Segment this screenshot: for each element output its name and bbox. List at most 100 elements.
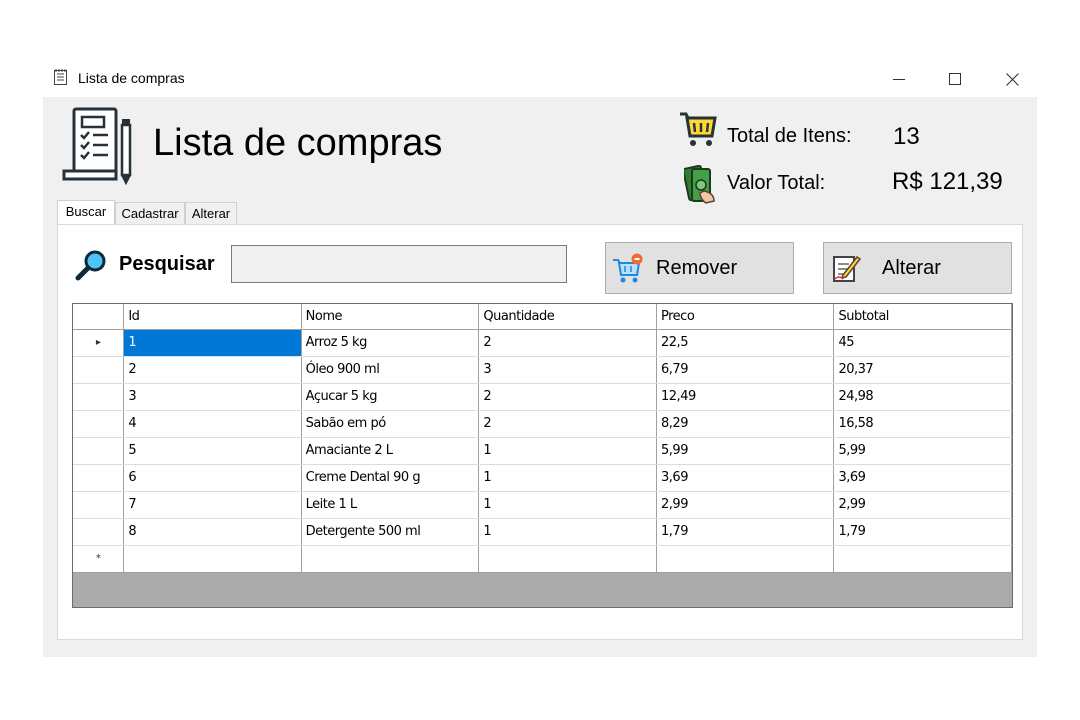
table-cell[interactable]: 6,79 xyxy=(656,356,835,384)
table-cell[interactable]: 8 xyxy=(123,518,302,546)
search-icon xyxy=(75,250,106,281)
table-cell[interactable] xyxy=(478,545,658,573)
table-cell[interactable]: 3,69 xyxy=(656,464,835,492)
table-row[interactable]: 3 Açucar 5 kg 2 12,49 24,98 xyxy=(73,383,1012,411)
new-row-indicator[interactable]: * xyxy=(73,545,125,573)
table-cell[interactable]: Óleo 900 ml xyxy=(301,356,480,384)
row-header[interactable] xyxy=(73,410,125,438)
table-cell[interactable]: 3,69 xyxy=(833,464,1012,492)
header-row: Id Nome Quantidade Preco Subtotal xyxy=(73,304,1012,330)
table-row[interactable]: 8 Detergente 500 ml 1 1,79 1,79 xyxy=(73,518,1012,546)
new-row[interactable]: * xyxy=(73,545,1012,573)
alter-button-label: Alterar xyxy=(882,257,941,279)
table-cell[interactable]: Creme Dental 90 g xyxy=(301,464,480,492)
minimize-button[interactable] xyxy=(879,64,919,94)
table-row[interactable]: 2 Óleo 900 ml 3 6,79 20,37 xyxy=(73,356,1012,384)
table-row[interactable]: 7 Leite 1 L 1 2,99 2,99 xyxy=(73,491,1012,519)
table-cell[interactable]: 22,5 xyxy=(656,329,835,357)
row-header[interactable] xyxy=(73,491,125,519)
table-cell[interactable]: 1 xyxy=(478,437,658,465)
table-cell[interactable] xyxy=(123,545,302,573)
table-cell[interactable]: 1,79 xyxy=(833,518,1012,546)
total-items-label: Total de Itens: xyxy=(727,125,852,147)
table-cell[interactable]: 4 xyxy=(123,410,302,438)
table-cell[interactable]: Açucar 5 kg xyxy=(301,383,480,411)
total-items-value: 13 xyxy=(893,123,920,150)
row-header[interactable] xyxy=(73,383,125,411)
remove-button[interactable]: Remover xyxy=(605,242,794,294)
table-cell[interactable]: 16,58 xyxy=(833,410,1012,438)
close-button[interactable] xyxy=(992,64,1032,94)
table-cell[interactable]: 5 xyxy=(123,437,302,465)
edit-document-icon xyxy=(833,255,862,282)
table-row[interactable]: 6 Creme Dental 90 g 1 3,69 3,69 xyxy=(73,464,1012,492)
table-cell[interactable]: Sabão em pó xyxy=(301,410,480,438)
table-cell[interactable]: 1,79 xyxy=(656,518,835,546)
table-cell[interactable]: 45 xyxy=(833,329,1012,357)
tab-buscar[interactable]: Buscar xyxy=(57,200,115,225)
search-input[interactable] xyxy=(231,245,567,283)
page-title: Lista de compras xyxy=(153,122,443,164)
table-cell[interactable]: 1 xyxy=(478,464,658,492)
table-cell[interactable]: Leite 1 L xyxy=(301,491,480,519)
current-row-indicator[interactable]: ▸ xyxy=(73,329,125,357)
row-header[interactable] xyxy=(73,356,125,384)
table-cell[interactable]: 3 xyxy=(123,383,302,411)
table-cell[interactable]: 7 xyxy=(123,491,302,519)
total-value-value: R$ 121,39 xyxy=(892,168,1003,195)
table-row[interactable]: 5 Amaciante 2 L 1 5,99 5,99 xyxy=(73,437,1012,465)
notepad-icon xyxy=(54,69,67,85)
table-row[interactable]: ▸ 1 Arroz 5 kg 2 22,5 45 xyxy=(73,329,1012,357)
table-cell[interactable]: 20,37 xyxy=(833,356,1012,384)
data-grid[interactable]: Id Nome Quantidade Preco Subtotal ▸ 1 Ar… xyxy=(72,303,1013,608)
data-grid-table: Id Nome Quantidade Preco Subtotal ▸ 1 Ar… xyxy=(73,304,1012,573)
table-cell[interactable]: 2 xyxy=(478,410,658,438)
table-cell[interactable] xyxy=(833,545,1012,573)
maximize-button[interactable] xyxy=(935,64,975,94)
table-cell[interactable]: 12,49 xyxy=(656,383,835,411)
row-header[interactable] xyxy=(73,464,125,492)
window-title: Lista de compras xyxy=(78,70,185,86)
table-cell[interactable]: 1 xyxy=(478,491,658,519)
search-label: Pesquisar xyxy=(119,253,215,275)
table-cell[interactable]: 5,99 xyxy=(833,437,1012,465)
table-cell[interactable]: 2 xyxy=(478,329,658,357)
money-icon xyxy=(684,165,715,204)
tab-cadastrar[interactable]: Cadastrar xyxy=(115,202,185,224)
table-cell[interactable] xyxy=(656,545,835,573)
table-cell[interactable]: 2,99 xyxy=(656,491,835,519)
column-header-preco[interactable]: Preco xyxy=(656,304,835,330)
table-cell[interactable]: 5,99 xyxy=(656,437,835,465)
total-value-label: Valor Total: xyxy=(727,172,826,194)
table-cell[interactable]: Detergente 500 ml xyxy=(301,518,480,546)
alter-button[interactable]: Alterar xyxy=(823,242,1012,294)
column-header-id[interactable]: Id xyxy=(123,304,302,330)
column-header-quantidade[interactable]: Quantidade xyxy=(478,304,658,330)
table-cell[interactable]: 6 xyxy=(123,464,302,492)
row-header[interactable] xyxy=(73,437,125,465)
title-bar: Lista de compras xyxy=(43,60,1037,97)
table-cell[interactable]: 1 xyxy=(478,518,658,546)
table-cell[interactable]: 1 xyxy=(123,329,302,357)
remove-button-label: Remover xyxy=(656,257,738,279)
app-window: Lista de compras Lista de compras Total … xyxy=(43,60,1037,657)
table-cell[interactable]: 2,99 xyxy=(833,491,1012,519)
table-cell[interactable]: 24,98 xyxy=(833,383,1012,411)
close-icon xyxy=(1005,72,1019,86)
column-header-subtotal[interactable]: Subtotal xyxy=(833,304,1012,330)
table-cell[interactable]: Amaciante 2 L xyxy=(301,437,480,465)
tab-alterar[interactable]: Alterar xyxy=(185,202,237,224)
shopping-cart-icon xyxy=(680,112,717,146)
table-cell[interactable]: 3 xyxy=(478,356,658,384)
maximize-icon xyxy=(949,73,961,85)
table-cell[interactable] xyxy=(301,545,480,573)
row-header-corner xyxy=(73,304,125,330)
row-header[interactable] xyxy=(73,518,125,546)
column-header-nome[interactable]: Nome xyxy=(301,304,480,330)
table-cell[interactable]: 2 xyxy=(478,383,658,411)
table-row[interactable]: 4 Sabão em pó 2 8,29 16,58 xyxy=(73,410,1012,438)
minimize-icon xyxy=(893,79,905,80)
table-cell[interactable]: Arroz 5 kg xyxy=(301,329,480,357)
table-cell[interactable]: 8,29 xyxy=(656,410,835,438)
table-cell[interactable]: 2 xyxy=(123,356,302,384)
